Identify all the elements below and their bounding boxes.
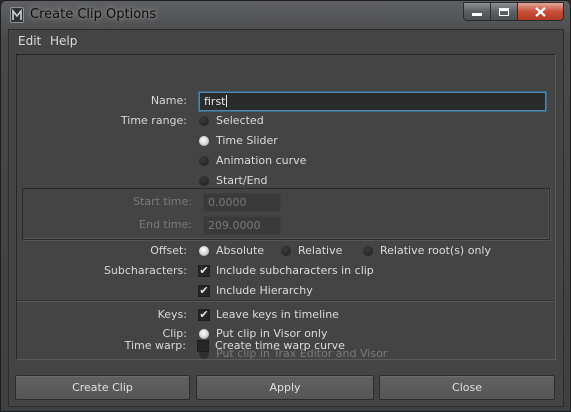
end-time-row: End time: <box>23 216 543 234</box>
subcharacters-label: Subcharacters: <box>103 264 187 277</box>
menu-edit[interactable]: Edit <box>18 34 41 48</box>
close-button[interactable]: Close <box>379 375 555 400</box>
close-icon <box>535 6 546 17</box>
time-range-time-slider-radio[interactable] <box>199 136 209 146</box>
time-warp-label: Time warp: <box>124 339 186 352</box>
keys-row: Keys: ✔ Leave keys in timeline <box>17 306 557 324</box>
end-time-field[interactable]: 209.0000 <box>203 216 281 235</box>
time-range-time-slider-label: Time Slider <box>216 134 278 147</box>
time-warp-checkbox[interactable] <box>197 340 209 352</box>
menu-help[interactable]: Help <box>50 34 77 48</box>
start-time-label: Start time: <box>133 195 192 208</box>
name-input[interactable]: first <box>199 92 546 111</box>
offset-absolute-radio[interactable] <box>199 246 209 256</box>
offset-relative-label: Relative <box>298 244 343 257</box>
leave-keys-label: Leave keys in timeline <box>216 308 339 321</box>
include-hierarchy-checkbox[interactable]: ✔ <box>198 285 210 297</box>
dialog-client-area: Edit Help Name: first Time range: Select… <box>8 29 564 407</box>
start-time-field[interactable]: 0.0000 <box>203 193 281 212</box>
text-caret <box>225 95 227 107</box>
maximize-button[interactable] <box>491 2 518 21</box>
apply-button[interactable]: Apply <box>196 375 374 400</box>
window-frame: Create Clip Options Edit Help Name: firs… <box>0 0 571 412</box>
section-divider <box>17 300 555 302</box>
hierarchy-row: ✔ Include Hierarchy <box>17 282 557 300</box>
time-warp-option-label: Create time warp curve <box>215 339 345 352</box>
time-range-animation-curve-radio[interactable] <box>199 156 209 166</box>
leave-keys-checkbox[interactable]: ✔ <box>198 309 210 321</box>
offset-relative-roots-radio[interactable] <box>363 246 373 256</box>
offset-label: Offset: <box>150 244 187 257</box>
include-subcharacters-label: Include subcharacters in clip <box>216 264 374 277</box>
window-controls <box>463 2 564 21</box>
options-panel: Name: first Time range: Selected Time Sl… <box>16 54 556 360</box>
time-range-selected-radio[interactable] <box>199 116 209 126</box>
time-range-row: Animation curve <box>17 152 557 170</box>
minimize-button[interactable] <box>463 2 491 21</box>
subcharacters-row: Subcharacters: ✔ Include subcharacters i… <box>17 262 557 280</box>
include-subcharacters-checkbox[interactable]: ✔ <box>198 265 210 277</box>
close-window-button[interactable] <box>518 2 564 21</box>
time-range-start-end-radio[interactable] <box>199 176 209 186</box>
start-end-frame: Start time: 0.0000 End time: 209.0000 <box>22 188 550 240</box>
end-time-label: End time: <box>139 218 192 231</box>
offset-absolute-label: Absolute <box>216 244 265 257</box>
time-range-row: Time Slider <box>17 132 557 150</box>
title-bar[interactable]: Create Clip Options <box>1 1 570 29</box>
time-range-row: Time range: Selected <box>17 112 557 130</box>
time-range-selected-label: Selected <box>216 114 264 127</box>
minimize-icon <box>472 13 482 16</box>
keys-label: Keys: <box>157 308 187 321</box>
offset-relative-radio[interactable] <box>281 246 291 256</box>
maximize-icon <box>499 7 509 16</box>
time-range-animation-curve-label: Animation curve <box>216 154 307 167</box>
time-range-label: Time range: <box>120 114 187 127</box>
name-label: Name: <box>150 94 187 107</box>
offset-row: Offset: Absolute Relative Relative root(… <box>17 242 557 260</box>
window-title: Create Clip Options <box>30 7 157 22</box>
maya-app-icon <box>10 7 24 23</box>
start-time-row: Start time: <box>23 193 543 211</box>
time-warp-row: Time warp: Create time warp curve <box>16 337 556 355</box>
create-clip-button[interactable]: Create Clip <box>15 375 190 400</box>
include-hierarchy-label: Include Hierarchy <box>216 284 313 297</box>
name-value: first <box>204 95 226 108</box>
offset-relative-roots-label: Relative root(s) only <box>380 244 491 257</box>
menu-bar: Edit Help <box>9 30 563 52</box>
